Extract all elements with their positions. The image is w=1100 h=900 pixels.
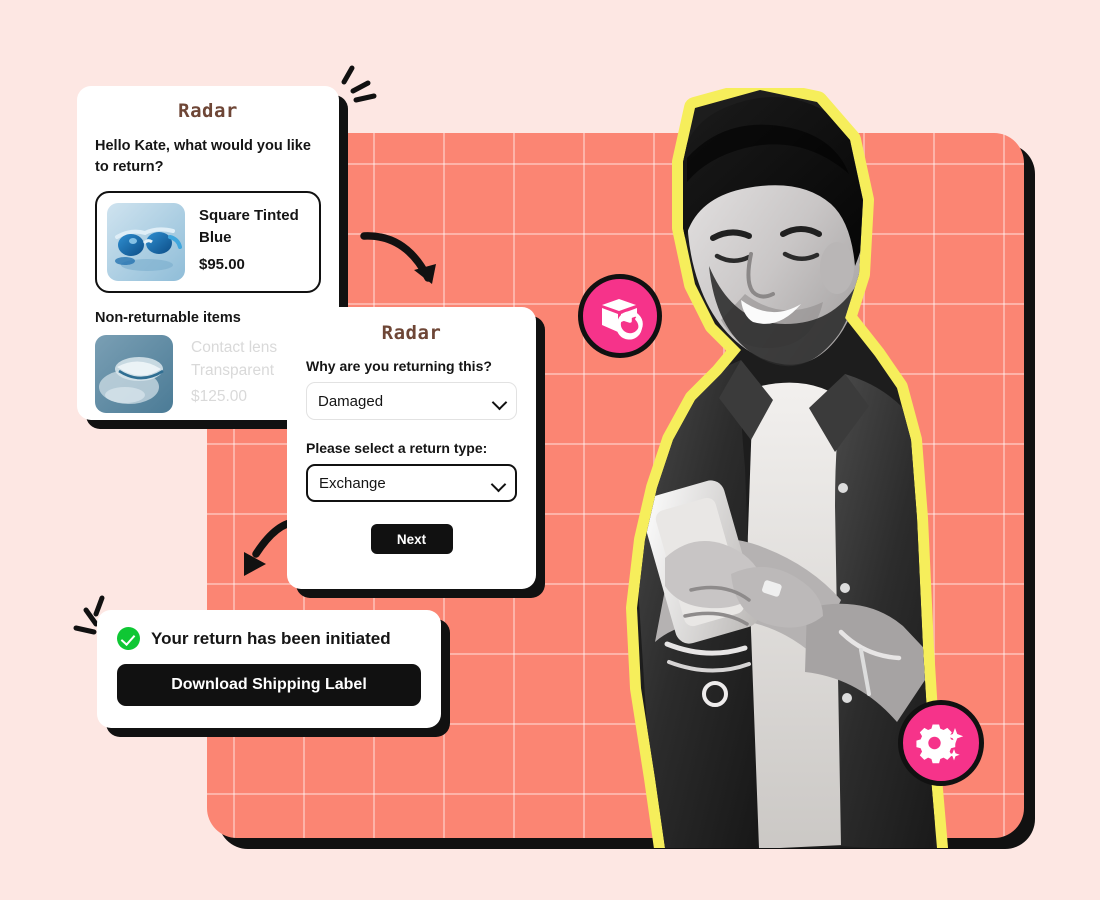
card-return-reason: Radar Why are you returning this? Damage…: [287, 307, 536, 589]
sunglasses-thumbnail-image: [107, 203, 185, 282]
return-prompt-text: Hello Kate, what would you like to retur…: [95, 138, 311, 176]
settings-badge[interactable]: [898, 700, 984, 786]
return-type-label: Please select a return type:: [306, 440, 488, 456]
status-text: Your return has been initiated: [151, 628, 391, 648]
package-return-badge[interactable]: [578, 274, 662, 358]
package-return-icon: [602, 299, 643, 340]
radar-logo: Radar: [178, 100, 238, 122]
return-reason-label: Why are you returning this?: [306, 358, 492, 374]
check-circle-icon: [117, 627, 140, 650]
item-price: $95.00: [199, 255, 245, 273]
return-reason-value: Damaged: [318, 392, 384, 410]
chevron-down-icon: [491, 394, 508, 411]
sparkle-lines-icon: [330, 58, 390, 118]
returnable-item-row[interactable]: Square Tinted Blue $95.00: [95, 191, 321, 294]
chevron-down-icon: [490, 476, 507, 493]
card-return-confirmed: Your return has been initiated Download …: [97, 610, 441, 728]
status-row: Your return has been initiated: [117, 627, 421, 650]
return-reason-select[interactable]: Damaged: [306, 382, 517, 420]
contact-lens-thumbnail-image: [95, 335, 173, 414]
gear-sparkle-icon: [916, 724, 964, 764]
download-shipping-label-button[interactable]: Download Shipping Label: [117, 664, 421, 706]
return-type-select[interactable]: Exchange: [306, 464, 517, 502]
return-type-value: Exchange: [319, 474, 386, 492]
item-name: Square Tinted Blue: [199, 207, 299, 246]
collage-canvas: Radar Hello Kate, what would you like to…: [0, 0, 1100, 900]
next-button[interactable]: Next: [370, 524, 453, 554]
radar-logo: Radar: [381, 322, 442, 344]
